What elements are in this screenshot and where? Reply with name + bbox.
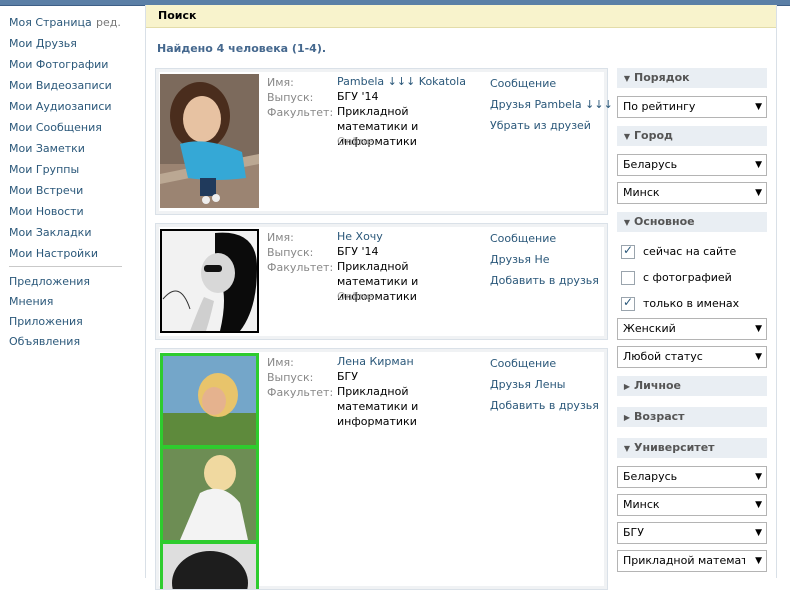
online-status: Online: [337, 135, 373, 148]
profile-photo[interactable]: [160, 74, 259, 208]
main-content: Поиск Найдено 4 человека (1-4). Имя: Вып…: [145, 5, 777, 590]
nav-item[interactable]: Мои Сообщения: [9, 117, 129, 138]
graduation-value: БГУ: [337, 370, 358, 383]
left-nav: ред. Моя Страница Мои Друзья Мои Фотографи…: [9, 12, 129, 348]
friendship-action-link[interactable]: Убрать из друзей: [490, 119, 591, 132]
filter-section-university[interactable]: ▼ Университет: [617, 438, 767, 458]
nav-item-extra[interactable]: Приложения: [9, 312, 90, 332]
university-country-select[interactable]: Беларусь ▼: [617, 466, 767, 488]
graduation-value: БГУ '14: [337, 90, 379, 103]
names-only-checkbox-label: только в именах: [643, 297, 740, 310]
faculty-label: Факультет:: [267, 386, 334, 399]
order-select[interactable]: По рейтингу ▼: [617, 96, 767, 118]
profile-name-link[interactable]: Не Хочу: [337, 229, 383, 244]
nav-item[interactable]: Мои Настройки: [9, 243, 129, 264]
country-select[interactable]: Беларусь ▼: [617, 154, 767, 176]
filter-section-city[interactable]: ▼ Город: [617, 126, 767, 146]
nav-item[interactable]: Мои Встречи: [9, 180, 129, 201]
page-title: Поиск: [158, 9, 197, 22]
name-label: Имя:: [267, 76, 294, 89]
faculty-value: Прикладной математики и информатики: [337, 385, 419, 428]
graduation-label: Выпуск:: [267, 91, 314, 104]
chevron-down-icon: ▼: [755, 500, 762, 510]
page-header: Поиск: [146, 5, 776, 28]
nav-item[interactable]: Мои Фотографии: [9, 54, 129, 75]
nav-item-extra[interactable]: Предложения: [9, 272, 90, 292]
filter-section-order[interactable]: ▼ Порядок: [617, 68, 767, 88]
faculty-select[interactable]: Прикладной математики и информатики▼: [617, 550, 767, 572]
view-friends-link[interactable]: Друзья Не: [490, 253, 550, 266]
nav-item[interactable]: Мои Заметки: [9, 138, 129, 159]
faculty-label: Факультет:: [267, 106, 334, 119]
chevron-down-icon: ▼: [755, 324, 762, 334]
faculty-label: Факультет:: [267, 261, 334, 274]
nav-edit-link[interactable]: ред.: [96, 12, 121, 33]
graduation-value: БГУ '14: [337, 245, 379, 258]
send-message-link[interactable]: Сообщение: [490, 357, 556, 370]
filter-section-basic[interactable]: ▼ Основное: [617, 212, 767, 232]
profile-photo[interactable]: [160, 229, 259, 333]
results-summary: Найдено 4 человека (1-4).: [157, 42, 327, 55]
relationship-status-select[interactable]: Любой статус ▼: [617, 346, 767, 368]
graduation-label: Выпуск:: [267, 371, 314, 384]
nav-item[interactable]: Мои Аудиозаписи: [9, 96, 129, 117]
send-message-link[interactable]: Сообщение: [490, 232, 556, 245]
friendship-action-link[interactable]: Добавить в друзья: [490, 399, 599, 412]
chevron-down-icon: ▼: [755, 528, 762, 538]
chevron-down-icon: ▼: [755, 188, 762, 198]
send-message-link[interactable]: Сообщение: [490, 77, 556, 90]
city-select[interactable]: Минск ▼: [617, 182, 767, 204]
nav-item[interactable]: Мои Новости: [9, 201, 129, 222]
chevron-down-icon: ▼: [755, 102, 762, 112]
gender-select[interactable]: Женский ▼: [617, 318, 767, 340]
names-only-checkbox[interactable]: [621, 295, 635, 311]
nav-item[interactable]: Мои Друзья: [9, 33, 129, 54]
name-label: Имя:: [267, 231, 294, 244]
filter-section-age[interactable]: ▶ Возраст: [617, 407, 767, 427]
profile-name-link[interactable]: Лена Кирман: [337, 354, 414, 369]
nav-item[interactable]: Мои Закладки: [9, 222, 129, 243]
nav-item[interactable]: Мои Группы: [9, 159, 129, 180]
graduation-label: Выпуск:: [267, 246, 314, 259]
photo-checkbox[interactable]: [621, 271, 635, 285]
chevron-down-icon: ▼: [755, 556, 762, 566]
profile-name-link[interactable]: Pambela ↓↓↓ Kokatola: [337, 74, 466, 89]
nav-item-extra[interactable]: Мнения: [9, 292, 90, 312]
chevron-down-icon: ▼: [755, 472, 762, 482]
chevron-down-icon: ▼: [755, 160, 762, 170]
nav-item-extra[interactable]: Объявления: [9, 332, 90, 352]
nav-divider: [9, 266, 122, 267]
nav-item[interactable]: Мои Видеозаписи: [9, 75, 129, 96]
view-friends-link[interactable]: Друзья Лены: [490, 378, 565, 391]
friendship-action-link[interactable]: Добавить в друзья: [490, 274, 599, 287]
profile-photo-gallery[interactable]: [160, 353, 259, 589]
chevron-down-icon: ▼: [755, 352, 762, 362]
university-select[interactable]: БГУ ▼: [617, 522, 767, 544]
filter-section-personal[interactable]: ▶ Личное: [617, 376, 767, 396]
online-status: Online: [337, 290, 373, 303]
photo-checkbox-label: с фотографией: [643, 271, 732, 284]
name-label: Имя:: [267, 356, 294, 369]
online-checkbox-label: сейчас на сайте: [643, 245, 737, 258]
university-city-select[interactable]: Минск ▼: [617, 494, 767, 516]
online-checkbox[interactable]: [621, 243, 635, 259]
view-friends-link[interactable]: Друзья Pambela ↓↓↓: [490, 98, 613, 111]
